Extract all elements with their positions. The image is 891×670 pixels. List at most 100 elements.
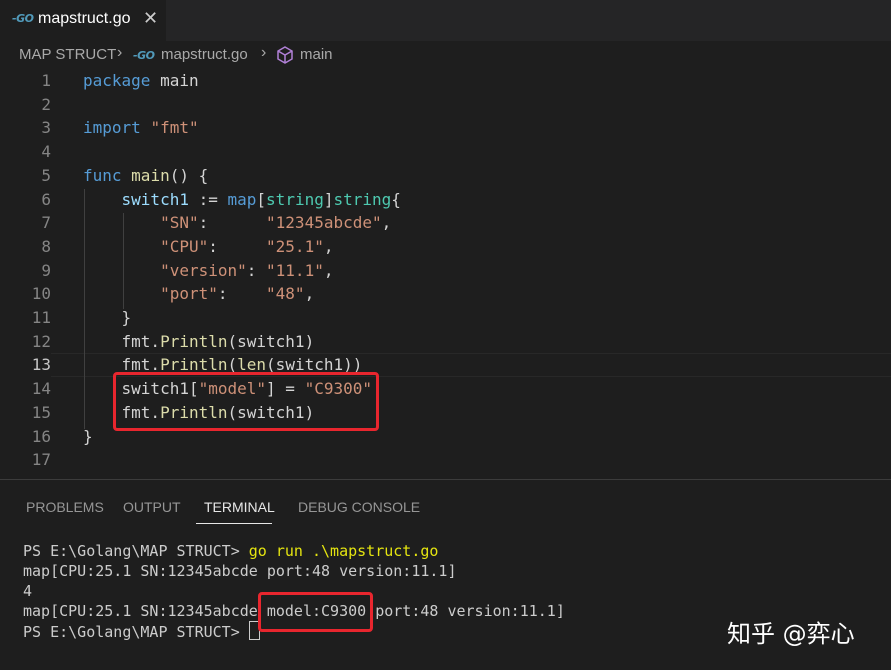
code-token: : [246, 260, 267, 280]
go-file-icon: -GO [133, 49, 155, 62]
line-number: 11 [31, 308, 51, 327]
line-number: 10 [31, 284, 51, 304]
code-token: string [333, 189, 392, 209]
line-number: 15 [31, 402, 51, 422]
code-token: , [323, 260, 334, 280]
code-line[interactable]: 6 switch1 := map[string]string{ [0, 188, 891, 212]
tab-bar: -GO mapstruct.go ✕ [0, 0, 891, 41]
code-text: } [83, 306, 132, 330]
code-token: "25.1" [266, 236, 324, 256]
code-token: : [198, 213, 267, 233]
breadcrumb: MAP STRUCT › -GO mapstruct.go › main [0, 41, 891, 69]
breadcrumb-symbol[interactable]: main [300, 46, 333, 63]
line-number: 17 [31, 450, 51, 470]
code-token: main [131, 165, 170, 185]
code-text: import "fmt" [83, 116, 199, 140]
go-file-icon: -GO [12, 12, 34, 25]
code-token: : [217, 284, 267, 304]
code-token: , [381, 213, 392, 233]
code-token: package [83, 71, 151, 90]
code-token: fmt. [83, 331, 161, 351]
active-tab-underline [196, 523, 272, 524]
tab-label: mapstruct.go [38, 10, 131, 27]
code-line[interactable]: 8 "CPU": "25.1", [0, 235, 891, 259]
code-line[interactable]: 11 } [0, 306, 891, 330]
breadcrumb-folder[interactable]: MAP STRUCT [19, 46, 116, 63]
code-editor[interactable]: 1 package main 2 3 import "fmt" 4 5 func main()… [0, 69, 891, 479]
code-token: import [83, 118, 141, 138]
code-line[interactable]: 4 [0, 140, 891, 164]
code-line[interactable]: 1 package main [0, 69, 891, 93]
line-number: 2 [41, 94, 51, 114]
code-token: (switch1) [227, 331, 315, 351]
tab-problems[interactable]: PROBLEMS [26, 499, 104, 515]
code-token: , [304, 284, 315, 304]
terminal-line: PS E:\Golang\MAP STRUCT> go run .\mapstr… [23, 541, 438, 561]
code-text: } [83, 425, 93, 449]
code-line[interactable]: 9 "version": "11.1", [0, 259, 891, 283]
line-number: 14 [31, 379, 51, 399]
code-token: "48" [266, 284, 305, 304]
code-text: switch1 := map[string]string{ [83, 188, 401, 212]
code-line[interactable]: 5 func main() { [0, 164, 891, 188]
chevron-right-icon: › [117, 44, 123, 61]
code-line[interactable]: 2 [0, 93, 891, 117]
code-token: [ [256, 189, 267, 209]
code-token: "fmt" [150, 118, 199, 138]
highlight-box-terminal [258, 592, 373, 632]
line-number: 3 [41, 118, 51, 138]
line-number: 16 [31, 426, 51, 446]
line-number: 9 [41, 260, 51, 280]
code-line[interactable]: 12 fmt.Println(switch1) [0, 330, 891, 354]
code-text: "port": "48", [83, 282, 314, 306]
line-number: 5 [41, 165, 51, 185]
code-token: "12345abcde" [266, 213, 382, 233]
code-text: fmt.Println(switch1) [83, 330, 315, 354]
code-token: main [150, 71, 199, 90]
code-token: : [208, 236, 267, 256]
code-text: "CPU": "25.1", [83, 235, 333, 259]
code-token: () { [169, 165, 209, 185]
line-number: 6 [41, 189, 51, 209]
line-number: 1 [41, 71, 51, 90]
tab-debug-console[interactable]: DEBUG CONSOLE [298, 499, 420, 515]
code-token: func [83, 165, 122, 185]
code-text: "version": "11.1", [83, 259, 333, 283]
code-token: Println [160, 331, 228, 351]
code-token: := [188, 189, 228, 209]
code-token: switch1 [121, 189, 189, 209]
highlight-box-code [113, 372, 379, 431]
terminal-output: map[CPU:25.1 SN:12345abcde [23, 602, 267, 620]
code-line[interactable]: 17 [0, 448, 891, 472]
terminal-line[interactable]: PS E:\Golang\MAP STRUCT> [23, 621, 260, 642]
chevron-right-icon: › [261, 44, 267, 61]
line-number: 7 [41, 213, 51, 233]
line-number: 13 [31, 355, 51, 375]
code-line[interactable]: 7 "SN": "12345abcde", [0, 211, 891, 235]
close-icon[interactable]: ✕ [143, 8, 158, 29]
code-line[interactable]: 3 import "fmt" [0, 116, 891, 140]
terminal-command: go run .\mapstruct.go [248, 542, 439, 560]
line-number: 8 [41, 236, 51, 256]
terminal-prompt: PS E:\Golang\MAP STRUCT> [23, 623, 249, 641]
tab-terminal[interactable]: TERMINAL [204, 499, 275, 515]
code-line[interactable]: 10 "port": "48", [0, 282, 891, 306]
breadcrumb-file[interactable]: mapstruct.go [161, 46, 248, 63]
code-token: } [83, 308, 132, 327]
code-token: "CPU" [160, 236, 209, 256]
code-text: "SN": "12345abcde", [83, 211, 391, 235]
terminal-prompt: PS E:\Golang\MAP STRUCT> [23, 542, 249, 560]
code-text: package main [83, 69, 199, 93]
code-token: "SN" [160, 213, 199, 233]
code-token: , [323, 236, 334, 256]
code-token: } [83, 426, 93, 446]
tab-mapstruct-go[interactable]: -GO mapstruct.go ✕ [0, 0, 166, 41]
tab-output[interactable]: OUTPUT [123, 499, 181, 515]
watermark: 知乎 @弈心 [727, 620, 855, 648]
